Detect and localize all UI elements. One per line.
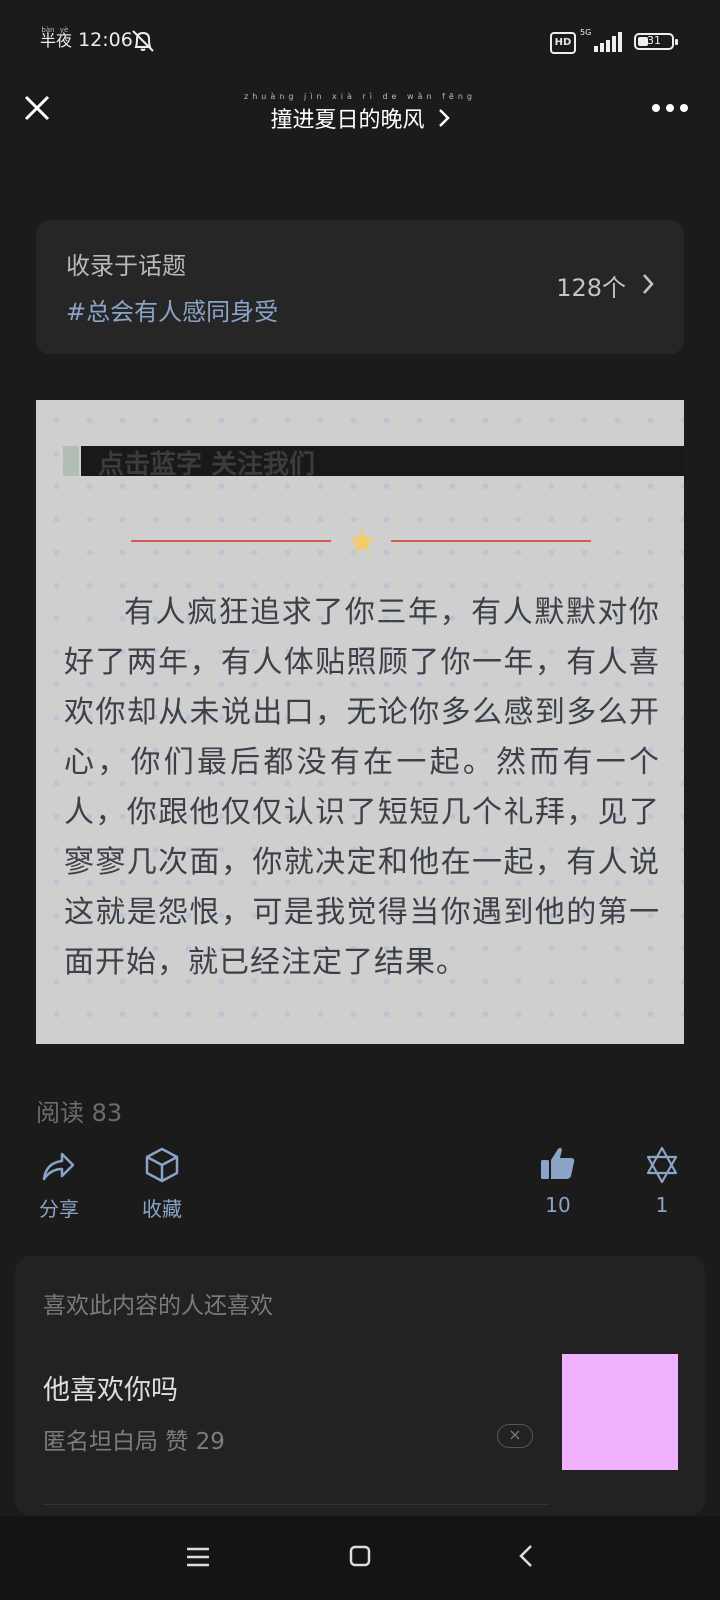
chevron-right-icon	[438, 109, 450, 127]
image-paragraph: 有人疯狂追求了你三年，有人默默对你好了两年，有人体贴照顾了你一年，有人喜欢你却从…	[64, 595, 660, 980]
topic-label: 收录于话题	[66, 252, 186, 280]
chevron-right-icon	[643, 274, 654, 294]
battery-level: 31	[647, 34, 661, 47]
recommended-article-meta: 匿名坦白局 赞 29	[43, 1429, 225, 1455]
signal-icon	[594, 32, 622, 52]
menu-icon[interactable]	[186, 1546, 210, 1568]
topic-count: 128个	[556, 274, 626, 302]
network-type: 5G	[580, 28, 592, 37]
battery-icon: 31	[634, 33, 678, 50]
wow-count: 1	[655, 1193, 669, 1217]
divider-line-left	[131, 540, 331, 542]
share-button[interactable]: 分享	[20, 1193, 98, 1222]
heading-accent-bar	[63, 446, 79, 476]
post-image[interactable]: 点击蓝字 关注我们 有人疯狂追求了你三年，有人默默对你好了两年，有人体贴照顾了你…	[36, 400, 684, 1044]
bell-muted-icon	[132, 30, 154, 52]
image-heading: 点击蓝字 关注我们	[98, 450, 316, 480]
thumbs-up-icon[interactable]	[538, 1143, 578, 1183]
title-pinyin: zhuàng jìn xià rì de wǎn fēng	[244, 92, 476, 101]
close-icon[interactable]	[22, 93, 52, 123]
account-title-link[interactable]: zhuàng jìn xià rì de wǎn fēng 撞进夏日的晚风	[200, 92, 520, 134]
divider	[43, 1504, 549, 1505]
collect-button[interactable]: 收藏	[122, 1193, 202, 1222]
star-of-david-icon[interactable]	[642, 1145, 682, 1185]
collect-box-icon[interactable]	[142, 1145, 182, 1185]
like-count: 10	[545, 1193, 571, 1217]
dismiss-button[interactable]: ×	[497, 1424, 533, 1448]
home-icon[interactable]	[349, 1545, 371, 1567]
more-icon[interactable]	[650, 102, 690, 114]
star-icon	[349, 529, 375, 553]
status-time: bàn 半 yè 夜 12:06	[40, 26, 133, 52]
recommendation-card: 喜欢此内容的人还喜欢 他喜欢你吗 匿名坦白局 赞 29 ×	[15, 1256, 705, 1516]
recommended-article-thumbnail[interactable]	[562, 1354, 678, 1470]
scrolled-byline	[36, 140, 636, 160]
read-count: 阅读 83	[36, 1099, 123, 1127]
divider-line-right	[391, 540, 591, 542]
status-clock: 12:06	[78, 29, 133, 51]
recommendation-header: 喜欢此内容的人还喜欢	[43, 1293, 273, 1319]
topic-card[interactable]: 收录于话题 #总会有人感同身受 128个	[36, 220, 684, 354]
recommended-article-title[interactable]: 他喜欢你吗	[43, 1368, 178, 1407]
share-icon[interactable]	[38, 1145, 78, 1185]
status-bar: bàn 半 yè 夜 12:06 HD 5G 31	[0, 0, 720, 84]
topic-tag[interactable]: #总会有人感同身受	[66, 292, 278, 327]
system-nav-bar	[0, 1516, 720, 1600]
hd-badge: HD	[550, 32, 576, 54]
page-title: 撞进夏日的晚风	[270, 108, 425, 133]
back-icon[interactable]	[519, 1544, 533, 1568]
